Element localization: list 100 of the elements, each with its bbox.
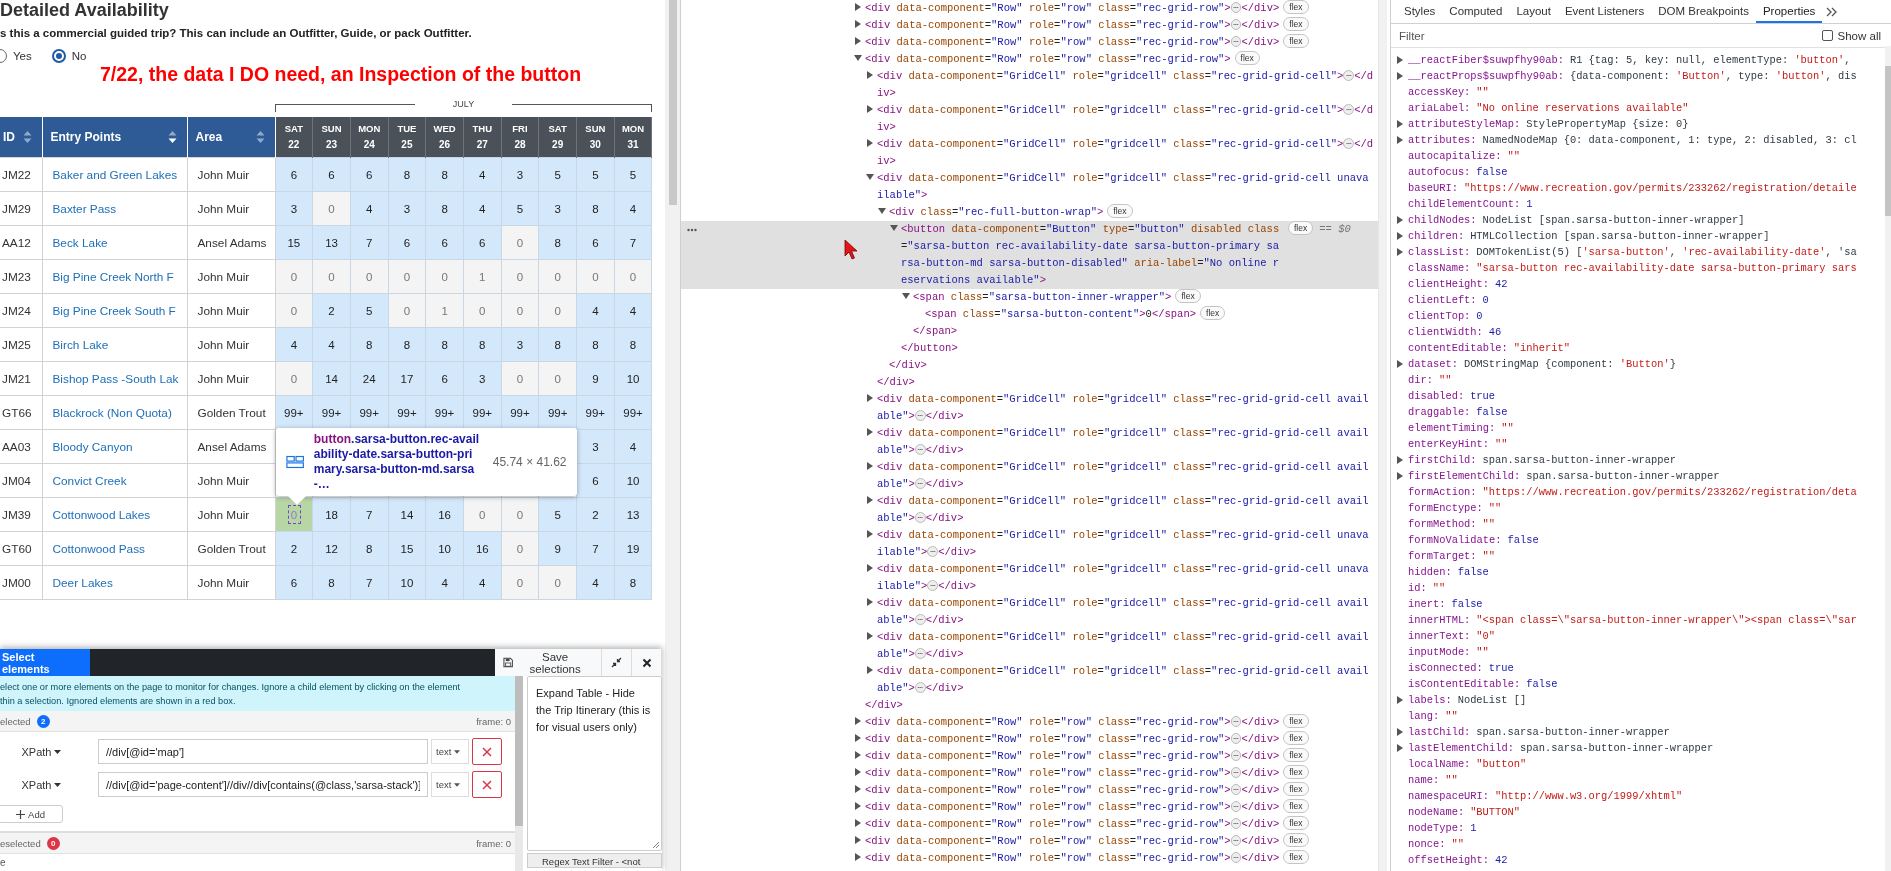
availability-button[interactable]: 0 — [275, 362, 313, 395]
availability-button[interactable]: 6 — [275, 158, 313, 191]
availability-button[interactable]: 5 — [350, 294, 388, 327]
availability-button[interactable]: 5 — [539, 158, 576, 191]
triangle-right-icon[interactable] — [1396, 136, 1404, 144]
scrollbar-thumb[interactable] — [1885, 66, 1891, 216]
availability-button[interactable]: 8 — [614, 328, 652, 361]
panel-tab[interactable]: Styles — [1397, 0, 1443, 23]
dom-node-tag[interactable]: <div data-component="GridCell" role="gridcell" class="rec-grid-grid-cell available">⋯</div> — [877, 629, 1374, 663]
availability-button[interactable]: 16 — [426, 498, 463, 531]
availability-button[interactable]: 4 — [426, 566, 463, 599]
dom-node-tag[interactable]: <button data-component="Button" type="button" disabled class="sarsa-button rec-availability-date sarsa-button-primary sarsa-button-md sarsa-button-disabled" aria-label="No online reservations available"> — [901, 221, 1284, 289]
dom-closing-tag[interactable]: </div> — [865, 697, 903, 714]
availability-button[interactable]: 0 — [577, 260, 614, 293]
availability-button[interactable]: 8 — [426, 328, 463, 361]
availability-button[interactable]: 0 — [539, 260, 576, 293]
select-elements-tab[interactable]: Select elements — [0, 649, 90, 676]
triangle-right-icon[interactable] — [854, 768, 862, 776]
availability-button[interactable]: 3 — [275, 192, 313, 225]
dom-node-tag[interactable]: <div data-component="Row" role="row" class="rec-grid-row">⋯</div> — [865, 833, 1280, 850]
triangle-right-icon[interactable] — [866, 496, 874, 504]
availability-button[interactable]: 0 — [388, 260, 426, 293]
availability-button[interactable]: 7 — [577, 532, 614, 565]
flex-badge[interactable]: flex — [1283, 833, 1309, 847]
add-button[interactable]: Add — [0, 805, 63, 823]
availability-button[interactable]: 4 — [350, 192, 388, 225]
availability-button[interactable]: 0 — [539, 566, 576, 599]
availability-button[interactable]: 99+ — [577, 396, 614, 429]
availability-button[interactable]: 3 — [539, 192, 576, 225]
triangle-down-icon[interactable] — [866, 173, 874, 181]
availability-button[interactable]: 19 — [614, 532, 652, 565]
availability-button[interactable]: 5 — [539, 498, 576, 531]
availability-button[interactable]: 10 — [614, 362, 652, 395]
availability-button[interactable]: 8 — [614, 566, 652, 599]
availability-button[interactable]: 15 — [388, 532, 426, 565]
availability-button[interactable]: 7 — [350, 498, 388, 531]
dom-node-tag[interactable]: <div data-component="Row" role="row" class="rec-grid-row">⋯</div> — [865, 17, 1280, 34]
more-dots-icon[interactable] — [687, 228, 697, 232]
flex-badge[interactable]: flex — [1283, 0, 1309, 14]
flex-badge[interactable]: flex — [1288, 221, 1314, 235]
availability-button[interactable]: 6 — [313, 158, 350, 191]
availability-button[interactable]: 0 — [388, 294, 426, 327]
availability-button[interactable]: 7 — [350, 566, 388, 599]
availability-button[interactable]: 10 — [614, 464, 652, 497]
dom-node-tag[interactable]: <div data-component="GridCell" role="gridcell" class="rec-grid-grid-cell">⋯</div> — [877, 102, 1374, 136]
triangle-down-icon[interactable] — [890, 224, 898, 232]
entry-point-link[interactable]: Deer Lakes — [52, 575, 113, 590]
availability-button[interactable]: 5 — [501, 192, 539, 225]
close-button[interactable] — [632, 649, 662, 676]
dom-node-tag[interactable]: <div data-component="GridCell" role="gridcell" class="rec-grid-grid-cell unavailable">⋯</div> — [877, 561, 1374, 595]
availability-button[interactable]: 3 — [501, 158, 539, 191]
dom-node-tag[interactable]: <div data-component="Row" role="row" class="rec-grid-row">⋯</div> — [865, 850, 1280, 867]
availability-button[interactable]: 0 — [501, 294, 539, 327]
availability-button[interactable]: 15 — [275, 226, 313, 259]
triangle-right-icon[interactable] — [1396, 120, 1404, 128]
triangle-right-icon[interactable] — [854, 802, 862, 810]
column-header[interactable]: Area — [187, 117, 275, 158]
resize-grip-icon[interactable] — [651, 840, 660, 849]
dom-node-tag[interactable]: <div data-component="Row" role="row" class="rec-grid-row">⋯</div> — [865, 714, 1280, 731]
availability-button[interactable]: 8 — [350, 328, 388, 361]
panel-tab[interactable]: Properties — [1755, 0, 1823, 23]
dom-node-tag[interactable]: <span class="sarsa-button-content">0</span> — [925, 306, 1197, 323]
triangle-right-icon[interactable] — [1396, 248, 1404, 256]
availability-button[interactable]: 0 — [313, 260, 350, 293]
remove-button[interactable] — [472, 738, 502, 765]
flex-badge[interactable]: flex — [1283, 816, 1309, 830]
dom-node-tag[interactable]: <div data-component="Row" role="row" class="rec-grid-row">⋯</div> — [865, 748, 1280, 765]
flex-badge[interactable]: flex — [1234, 51, 1260, 65]
availability-button[interactable]: 6 — [577, 464, 614, 497]
dom-node-tag[interactable]: <div data-component="Row" role="row" class="rec-grid-row">⋯</div> — [865, 0, 1280, 17]
availability-button[interactable]: 5 — [577, 158, 614, 191]
triangle-right-icon[interactable] — [854, 37, 862, 45]
dom-node-tag[interactable]: <div data-component="Row" role="row" class="rec-grid-row">⋯</div> — [865, 765, 1280, 782]
triangle-down-icon[interactable] — [878, 207, 886, 215]
save-selections-button[interactable]: Save selections — [495, 649, 602, 676]
panel-tab[interactable]: Event Listeners — [1557, 0, 1652, 23]
triangle-right-icon[interactable] — [866, 394, 874, 402]
flex-badge[interactable]: flex — [1283, 731, 1309, 745]
availability-button[interactable]: 8 — [426, 192, 463, 225]
availability-button[interactable]: 6 — [426, 226, 463, 259]
flex-badge[interactable]: flex — [1200, 306, 1226, 320]
triangle-right-icon[interactable] — [854, 751, 862, 759]
availability-button[interactable]: 6 — [388, 226, 426, 259]
availability-button[interactable]: 0 — [426, 260, 463, 293]
notes-text-area[interactable]: Expand Table - Hide the Trip Itinerary (this is for visual users only) — [527, 676, 662, 851]
entry-point-link[interactable]: Birch Lake — [52, 337, 109, 352]
triangle-right-icon[interactable] — [866, 632, 874, 640]
availability-button[interactable]: 18 — [313, 498, 350, 531]
collapse-button[interactable] — [602, 649, 632, 676]
triangle-right-icon[interactable] — [1396, 360, 1404, 368]
dom-node-tag[interactable]: <span class="sarsa-button-inner-wrapper"> — [913, 289, 1172, 306]
dom-node-tag[interactable]: <div data-component="GridCell" role="gridcell" class="rec-grid-grid-cell available">⋯</div> — [877, 595, 1374, 629]
availability-button[interactable]: 0 — [614, 260, 652, 293]
panel-tab[interactable]: Layout — [1509, 0, 1558, 23]
availability-button[interactable]: 16 — [463, 532, 501, 565]
availability-button[interactable]: 13 — [313, 226, 350, 259]
scrollbar-thumb[interactable] — [668, 0, 677, 205]
availability-button[interactable]: 0 — [463, 294, 501, 327]
flex-badge[interactable]: flex — [1175, 289, 1201, 303]
triangle-right-icon[interactable] — [1396, 744, 1404, 752]
